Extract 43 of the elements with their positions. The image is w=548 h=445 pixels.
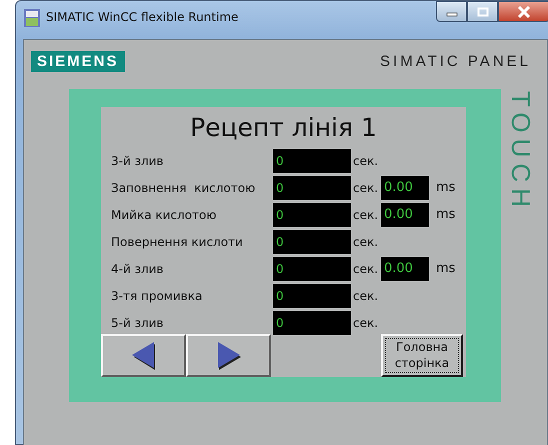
touch-label: TOUCH bbox=[505, 91, 536, 215]
value-field[interactable]: 0 bbox=[273, 284, 351, 308]
unit-label: сек. bbox=[353, 154, 380, 168]
row-label: Повернення кислоти bbox=[111, 234, 244, 248]
unit-label: ms bbox=[436, 180, 456, 195]
value-field[interactable]: 0 bbox=[273, 230, 351, 254]
close-icon bbox=[517, 6, 531, 18]
next-button[interactable] bbox=[186, 334, 271, 377]
window-title: SIMATIC WinCC flexible Runtime bbox=[46, 10, 238, 24]
screen-title: Рецепт лінія 1 bbox=[189, 113, 378, 144]
home-button[interactable]: Головна сторінка bbox=[381, 334, 463, 377]
row-label: 3-тя промивка bbox=[111, 288, 204, 302]
unit-label: ms bbox=[436, 207, 456, 222]
unit-label: сек. bbox=[353, 262, 380, 276]
unit-label: сек. bbox=[353, 208, 380, 222]
unit-label: сек. bbox=[353, 316, 380, 330]
row-label: 3-й злив bbox=[111, 154, 164, 168]
value-field[interactable]: 0.00 bbox=[381, 176, 429, 200]
value-field[interactable]: 0 bbox=[273, 148, 351, 172]
value-field[interactable]: 0.00 bbox=[381, 256, 429, 280]
unit-label: сек. bbox=[353, 180, 380, 194]
row-label: 5-й злив bbox=[111, 316, 164, 330]
app-icon bbox=[24, 9, 40, 27]
value-field[interactable]: 0.00 bbox=[381, 202, 429, 226]
minimize-button[interactable] bbox=[436, 1, 467, 22]
value-field[interactable]: 0 bbox=[273, 202, 351, 226]
row-label: 4-й злив bbox=[111, 262, 164, 276]
maximize-icon bbox=[476, 6, 488, 16]
row-label: Заповнення кислотою bbox=[111, 180, 256, 194]
value-field[interactable]: 0 bbox=[273, 176, 351, 200]
close-button[interactable] bbox=[498, 1, 548, 22]
row-label: Мийка кислотою bbox=[111, 208, 218, 222]
left-arrow-icon bbox=[130, 342, 156, 370]
unit-label: сек. bbox=[353, 234, 380, 248]
unit-label: ms bbox=[436, 261, 456, 276]
previous-button[interactable] bbox=[101, 334, 186, 377]
maximize-button[interactable] bbox=[467, 1, 498, 22]
logo: SIEMENS bbox=[31, 51, 125, 72]
value-field[interactable]: 0 bbox=[273, 310, 351, 334]
panel-brand: SIMATIC PANEL bbox=[380, 53, 531, 70]
unit-label: сек. bbox=[353, 288, 380, 302]
value-field[interactable]: 0 bbox=[273, 256, 351, 280]
right-arrow-icon bbox=[216, 342, 242, 370]
